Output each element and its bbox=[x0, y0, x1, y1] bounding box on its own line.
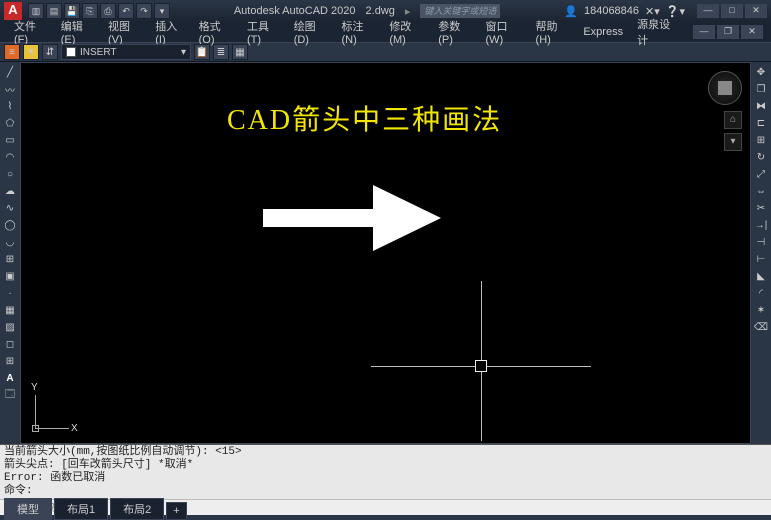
rotate-icon[interactable]: ↻ bbox=[753, 149, 769, 165]
polygon-icon[interactable]: ⬠ bbox=[2, 115, 18, 131]
menu-draw[interactable]: 绘图(D) bbox=[288, 16, 334, 48]
table-icon[interactable]: ⊞ bbox=[2, 353, 18, 369]
hatch-icon[interactable]: ▦ bbox=[2, 302, 18, 318]
minimize-button[interactable]: — bbox=[697, 4, 719, 18]
menu-param[interactable]: 参数(P) bbox=[432, 16, 477, 48]
point-icon[interactable]: · bbox=[2, 285, 18, 301]
layer-name: INSERT bbox=[80, 47, 117, 58]
layer-icon-2[interactable]: ⇵ bbox=[42, 44, 58, 60]
rect-icon[interactable]: ▭ bbox=[2, 132, 18, 148]
tab-model[interactable]: 模型 bbox=[4, 498, 52, 520]
pline-icon[interactable]: 〰 bbox=[2, 81, 18, 97]
ellipse-icon[interactable]: ◯ bbox=[2, 217, 18, 233]
command-history: 当前箭头大小(mm,按图纸比例自动调节): <15> 箭头尖点: [回车改箭头尺… bbox=[0, 445, 771, 499]
menu-modify[interactable]: 修改(M) bbox=[383, 16, 430, 48]
ucs-y-label: Y bbox=[31, 382, 38, 393]
drawn-arrow bbox=[263, 183, 443, 253]
drawing-canvas[interactable]: CAD箭头中三种画法 Y X ⌂ ▾ bbox=[20, 62, 751, 444]
insert-icon[interactable]: ⊞ bbox=[2, 251, 18, 267]
cmd-line-3: Error: 函数已取消 bbox=[4, 472, 767, 485]
scale-icon[interactable]: ⤢ bbox=[753, 166, 769, 182]
move-icon[interactable]: ✥ bbox=[753, 64, 769, 80]
draw-toolbar: ╱ 〰 ⌇ ⬠ ▭ ◠ ○ ☁ ∿ ◯ ◡ ⊞ ▣ · ▦ ▨ ◻ ⊞ A 🗔 bbox=[0, 62, 20, 444]
layer-props-icon[interactable]: ≡ bbox=[4, 44, 20, 60]
match-icon[interactable]: ≣ bbox=[213, 44, 229, 60]
ucs-x-label: X bbox=[71, 423, 78, 434]
gradient-icon[interactable]: ▨ bbox=[2, 319, 18, 335]
doc-close-button[interactable]: ✕ bbox=[741, 25, 763, 39]
chevron-down-icon: ▾ bbox=[181, 47, 186, 58]
doc-minimize-button[interactable]: — bbox=[693, 25, 715, 39]
fillet-icon[interactable]: ◜ bbox=[753, 285, 769, 301]
array-icon[interactable]: ⊞ bbox=[753, 132, 769, 148]
stretch-icon[interactable]: ⇔ bbox=[753, 183, 769, 199]
addselected-icon[interactable]: 🗔 bbox=[2, 387, 18, 403]
paste-icon[interactable]: 📋 bbox=[194, 44, 210, 60]
nav-dropdown-icon[interactable]: ▾ bbox=[724, 133, 742, 151]
spline-icon[interactable]: ∿ bbox=[2, 200, 18, 216]
arc-icon[interactable]: ◠ bbox=[2, 149, 18, 165]
cmd-line-2: 箭头尖点: [回车改箭头尺寸] *取消* bbox=[4, 459, 767, 472]
break-icon[interactable]: ⊣ bbox=[753, 234, 769, 250]
block-icon[interactable]: ▦ bbox=[232, 44, 248, 60]
drawing-headline: CAD箭头中三种画法 bbox=[227, 98, 502, 138]
trim-icon[interactable]: ✂ bbox=[753, 200, 769, 216]
polyline-icon[interactable]: ⌇ bbox=[2, 98, 18, 114]
region-icon[interactable]: ◻ bbox=[2, 336, 18, 352]
offset-icon[interactable]: ⊏ bbox=[753, 115, 769, 131]
tab-add[interactable]: + bbox=[166, 502, 186, 520]
cmd-line-4: 命令: bbox=[4, 485, 767, 498]
erase-icon[interactable]: ⌫ bbox=[753, 319, 769, 335]
mirror-icon[interactable]: ⧓ bbox=[753, 98, 769, 114]
explode-icon[interactable]: ✶ bbox=[753, 302, 769, 318]
nav-home-icon[interactable]: ⌂ bbox=[724, 111, 742, 129]
text-icon[interactable]: A bbox=[2, 370, 18, 386]
circle-icon[interactable]: ○ bbox=[2, 166, 18, 182]
tab-layout1[interactable]: 布局1 bbox=[54, 498, 108, 520]
makeblock-icon[interactable]: ▣ bbox=[2, 268, 18, 284]
modify-toolbar: ✥ ❐ ⧓ ⊏ ⊞ ↻ ⤢ ⇔ ✂ →| ⊣ ⊢ ◣ ◜ ✶ ⌫ bbox=[751, 62, 771, 444]
revcloud-icon[interactable]: ☁ bbox=[2, 183, 18, 199]
layer-icon-1[interactable]: ☀ bbox=[23, 44, 39, 60]
tab-layout2[interactable]: 布局2 bbox=[110, 498, 164, 520]
line-icon[interactable]: ╱ bbox=[2, 64, 18, 80]
close-button[interactable]: ✕ bbox=[745, 4, 767, 18]
layer-dropdown[interactable]: INSERT ▾ bbox=[61, 44, 191, 60]
command-panel: 当前箭头大小(mm,按图纸比例自动调节): <15> 箭头尖点: [回车改箭头尺… bbox=[0, 444, 771, 500]
menu-dim[interactable]: 标注(N) bbox=[336, 16, 382, 48]
chamfer-icon[interactable]: ◣ bbox=[753, 268, 769, 284]
viewcube[interactable] bbox=[708, 71, 742, 105]
ellipsearc-icon[interactable]: ◡ bbox=[2, 234, 18, 250]
menu-yuanquan[interactable]: 源泉设计 bbox=[631, 14, 683, 50]
cmd-line-1: 当前箭头大小(mm,按图纸比例自动调节): <15> bbox=[4, 446, 767, 459]
doc-restore-button[interactable]: ❐ bbox=[717, 25, 739, 39]
menu-express[interactable]: Express bbox=[577, 24, 629, 40]
menu-window[interactable]: 窗口(W) bbox=[480, 16, 528, 48]
menu-help[interactable]: 帮助(H) bbox=[530, 16, 576, 48]
copy-icon[interactable]: ❐ bbox=[753, 81, 769, 97]
maximize-button[interactable]: □ bbox=[721, 4, 743, 18]
layer-color-swatch bbox=[66, 47, 76, 57]
menubar: 文件(F) 编辑(E) 视图(V) 插入(I) 格式(O) 工具(T) 绘图(D… bbox=[0, 22, 771, 42]
join-icon[interactable]: ⊢ bbox=[753, 251, 769, 267]
cursor-crosshair bbox=[371, 281, 591, 441]
extend-icon[interactable]: →| bbox=[753, 217, 769, 233]
